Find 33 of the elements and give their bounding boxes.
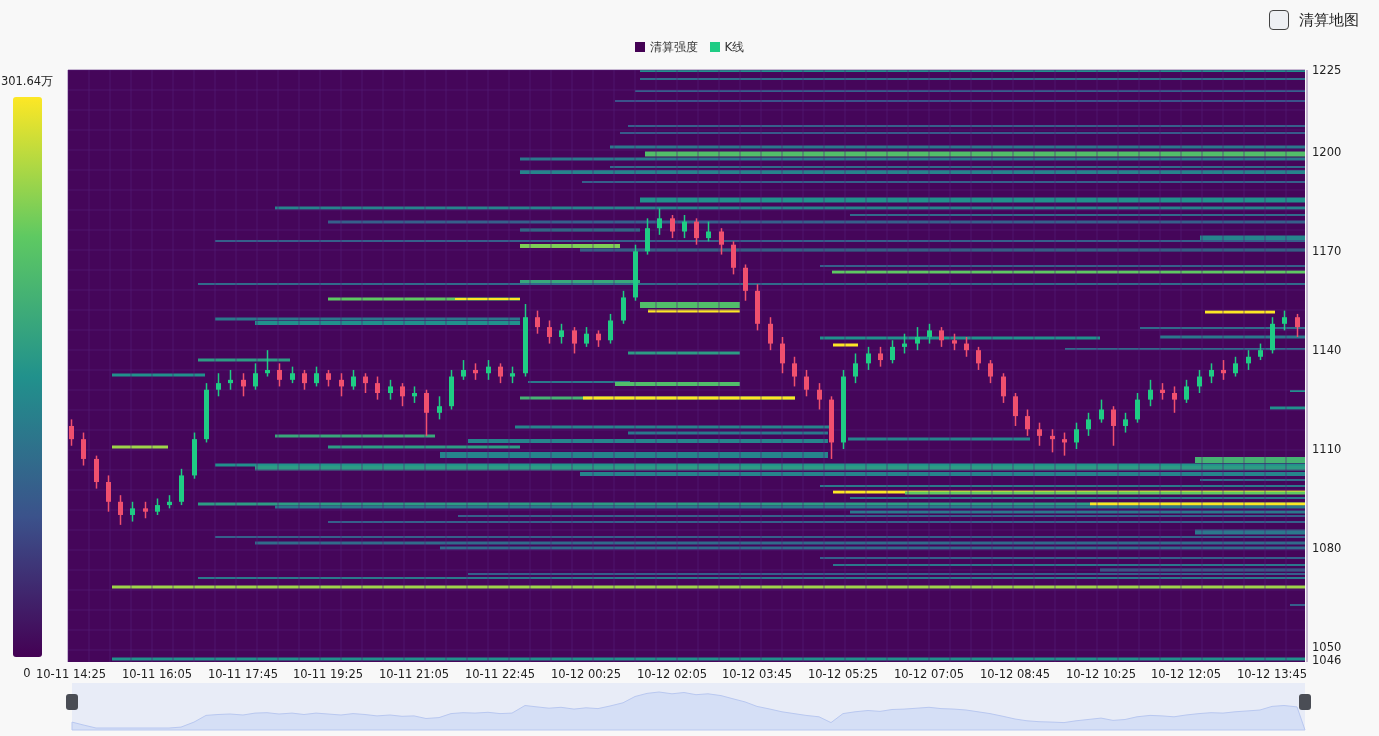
- y-axis-label: 1046: [1312, 653, 1342, 667]
- y-axis-label: 1050: [1312, 639, 1342, 654]
- color-scale-min: 0: [23, 666, 31, 680]
- y-axis-label: 1170: [1312, 244, 1342, 259]
- legend-label[interactable]: 清算强度: [649, 38, 698, 56]
- x-axis-label: 10-11 22:45: [464, 667, 536, 681]
- x-axis-label: 10-12 02:05: [636, 667, 708, 681]
- y-axis-label: 1200: [1312, 145, 1342, 160]
- y-axis-label: 1080: [1312, 540, 1342, 555]
- x-axis-label: 10-12 05:25: [807, 667, 879, 681]
- y-axis-label: 1110: [1312, 442, 1342, 457]
- checkbox[interactable]: [1269, 10, 1289, 30]
- x-axis-label: 10-12 00:25: [550, 667, 622, 681]
- x-axis-label: 10-11 21:05: [378, 667, 450, 681]
- x-axis-label: 10-11 17:45: [207, 667, 279, 681]
- x-axis-label: 10-12 12:05: [1150, 667, 1222, 681]
- x-axis-label: 10-12 08:45: [979, 667, 1051, 681]
- y-axis-label: 1140: [1312, 343, 1342, 358]
- x-axis-label: 10-11 19:25: [292, 667, 364, 681]
- x-axis-label: 10-11 16:05: [121, 667, 193, 681]
- x-axis-label: 10-12 10:25: [1065, 667, 1137, 681]
- slider-handle[interactable]: [66, 694, 78, 710]
- color-scale-max: 301.64万: [0, 74, 54, 88]
- x-axis-label: 10-11 14:25: [35, 667, 107, 681]
- x-axis-label: 10-12 03:45: [721, 667, 793, 681]
- legend-swatch[interactable]: [709, 42, 720, 52]
- x-axis-label: 10-12 13:45: [1236, 667, 1308, 681]
- y-axis-label: 1225: [1312, 63, 1342, 77]
- x-axis-label: 10-12 07:05: [893, 667, 965, 681]
- legend-label[interactable]: K线: [724, 38, 745, 56]
- slider-handle[interactable]: [1299, 694, 1311, 710]
- legend-swatch[interactable]: [634, 42, 645, 52]
- checkbox-label[interactable]: 清算地图: [1299, 10, 1359, 30]
